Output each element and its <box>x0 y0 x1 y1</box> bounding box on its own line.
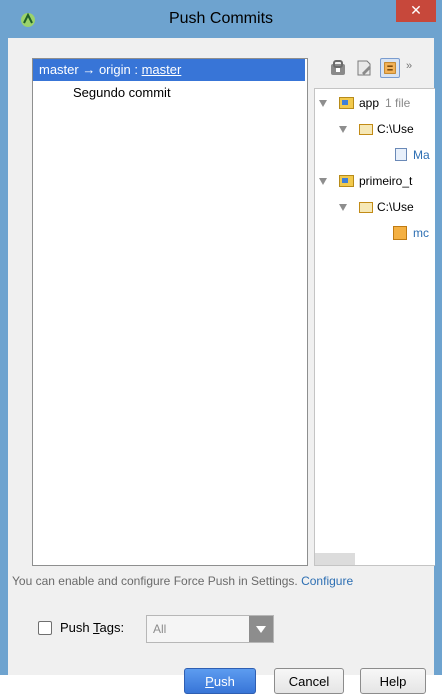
push-tags-label-post: ags: <box>99 620 125 635</box>
commit-item[interactable]: Segundo commit <box>73 85 171 100</box>
help-button[interactable]: Help <box>360 668 426 694</box>
push-button[interactable]: Push <box>184 668 256 694</box>
select-value: All <box>153 622 167 636</box>
push-tags-label: Push Tags: <box>60 620 124 635</box>
expand-icon[interactable] <box>339 204 347 211</box>
window-title: Push Commits <box>168 10 274 27</box>
folder-icon <box>359 202 373 213</box>
folder-icon <box>359 124 373 135</box>
expand-icon[interactable] <box>319 178 327 185</box>
push-tags-label-pre: Push <box>60 620 94 635</box>
expand-icon[interactable] <box>319 100 327 107</box>
title-bar: Push Commits ✕ <box>0 0 442 38</box>
more-icon[interactable]: » <box>406 60 412 72</box>
horizontal-scrollbar[interactable] <box>315 553 355 565</box>
chevron-down-icon[interactable] <box>249 616 273 642</box>
tree-row-module2-file[interactable]: mc <box>315 223 435 243</box>
tree-row-module2-path[interactable]: C:\Use <box>315 197 435 217</box>
tree-row-app-file[interactable]: Ma <box>315 145 435 165</box>
cancel-button[interactable]: Cancel <box>274 668 344 694</box>
module-icon <box>339 97 354 109</box>
edit-icon[interactable] <box>354 58 374 78</box>
push-commits-window: Push Commits ✕ master → origin : master … <box>0 0 442 694</box>
module-name: primeiro_t <box>359 174 413 188</box>
module-name: app <box>359 96 380 110</box>
module-icon <box>339 175 354 187</box>
changes-tree[interactable]: app 1 file C:\Use Ma primeiro_t C:\Use m… <box>314 88 435 566</box>
tree-row-module2[interactable]: primeiro_t <box>315 171 435 191</box>
file-name: Ma <box>413 148 430 162</box>
push-tags-checkbox[interactable] <box>38 621 52 635</box>
hint-text: You can enable and configure Force Push … <box>12 574 298 588</box>
diff-icon[interactable] <box>380 58 400 78</box>
file-count: 1 file <box>385 96 411 110</box>
branch-target-link[interactable]: master <box>142 62 182 77</box>
xml-file-icon <box>393 226 407 240</box>
configure-link[interactable]: Configure <box>301 574 353 588</box>
file-name: mc <box>413 226 429 240</box>
push-mnemonic: P <box>205 674 214 689</box>
dialog-body: master → origin : master Segundo commit … <box>8 38 435 694</box>
branch-prefix: master → origin : <box>39 62 142 77</box>
force-push-hint: You can enable and configure Force Push … <box>12 574 353 588</box>
close-button[interactable]: ✕ <box>396 0 436 22</box>
java-file-icon <box>395 148 407 161</box>
expand-icon[interactable] <box>339 126 347 133</box>
commits-tree[interactable]: master → origin : master Segundo commit <box>32 58 308 566</box>
branch-row[interactable]: master → origin : master <box>33 59 305 81</box>
path-label: C:\Use <box>377 122 414 136</box>
tree-row-app[interactable]: app 1 file <box>315 93 435 113</box>
vcs-icon[interactable] <box>328 58 348 78</box>
push-label: ush <box>213 674 235 689</box>
tree-row-app-path[interactable]: C:\Use <box>315 119 435 139</box>
push-tags-select[interactable]: All <box>146 615 274 643</box>
path-label: C:\Use <box>377 200 414 214</box>
